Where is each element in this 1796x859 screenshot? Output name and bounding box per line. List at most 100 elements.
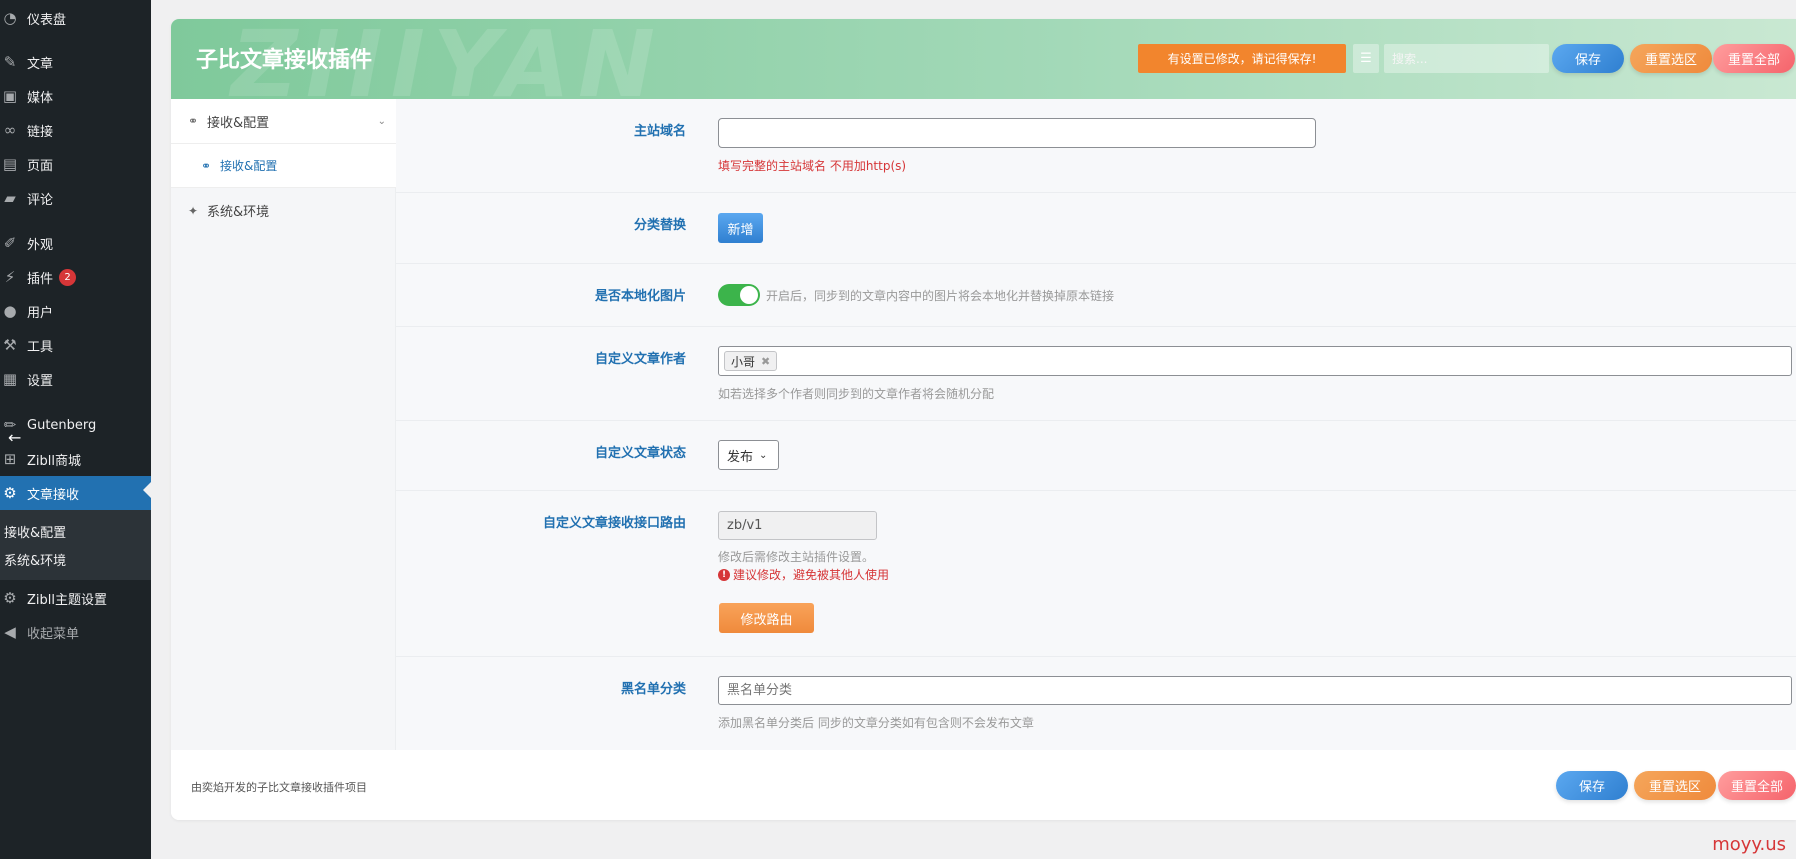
cart-icon: ⊞: [3, 450, 17, 468]
nav-item-label: 接收&配置: [220, 159, 278, 173]
status-select[interactable]: 发布 ⌄: [718, 440, 779, 470]
site-watermark: moyy.us: [1712, 834, 1786, 855]
modify-route-button[interactable]: 修改路由: [719, 603, 814, 633]
plugins-update-badge: 2: [59, 268, 77, 286]
menu-users[interactable]: ● 用户: [0, 297, 151, 325]
menu-zibll-theme-settings[interactable]: ⚙ Zibll主题设置: [0, 584, 151, 612]
field-row-custom-status: 自定义文章状态 发布 ⌄: [396, 421, 1796, 491]
menu-article-receive[interactable]: ⚙ 文章接收: [0, 476, 151, 510]
menu-media[interactable]: ▣ 媒体: [0, 82, 151, 110]
wrench-icon: ⚒: [3, 336, 17, 354]
custom-author-label: 自定义文章作者: [594, 352, 686, 367]
plugin-settings-panel: ZHIYAN 子比文章接收插件 有设置已修改，请记得保存! ☰ 保存 重置选区 …: [171, 19, 1796, 820]
settings-content: 主站域名 填写完整的主站域名 不用加http(s) 分类替换 新增 是否本地化图…: [396, 99, 1796, 750]
page-icon: ▤: [2, 155, 18, 173]
author-tag: 小哥 ✖: [724, 351, 778, 371]
menu-comments[interactable]: ▰ 评论: [0, 184, 151, 212]
submenu-receive-config[interactable]: 接收&配置: [4, 522, 66, 541]
nav-env-label: 系统&环境: [207, 205, 270, 220]
link-icon: ⚭: [187, 114, 199, 128]
footer-save-button[interactable]: 保存: [1556, 771, 1628, 800]
user-icon: ●: [3, 302, 17, 320]
page-title: 子比文章接收插件: [196, 48, 373, 73]
menu-appearance[interactable]: ✐ 外观: [0, 229, 151, 257]
menu-collapse[interactable]: ◀ 收起菜单: [0, 618, 151, 646]
menu-article-receive-label: 文章接收: [27, 487, 80, 503]
custom-status-label: 自定义文章状态: [594, 446, 686, 461]
settings-icon: ▦: [2, 370, 18, 388]
menu-gutenberg[interactable]: ✏ Gutenberg: [0, 411, 151, 439]
field-row-localize-images: 是否本地化图片 开启后，同步到的文章内容中的图片将会本地化并替换掉原本链接: [396, 264, 1796, 327]
status-select-value: 发布: [727, 449, 754, 465]
wordpress-icon: ✦: [187, 203, 199, 218]
category-replace-label: 分类替换: [633, 218, 686, 233]
route-warning: ! 建议修改，避免被其他人使用: [718, 566, 889, 583]
menu-zibll-theme-settings-label: Zibll主题设置: [27, 592, 107, 608]
menu-settings[interactable]: ▦ 设置: [0, 365, 151, 393]
localize-images-label: 是否本地化图片: [594, 289, 686, 304]
menu-zibll-shop[interactable]: ⊞ Zibll商城: [0, 445, 151, 473]
reset-section-button[interactable]: 重置选区: [1630, 44, 1712, 73]
panel-footer: 由奕焰开发的子比文章接收插件项目 保存 重置选区 重置全部: [171, 750, 1796, 820]
field-row-custom-route: 自定义文章接收接口路由 zb/v1 修改后需修改主站插件设置。 ! 建议修改，避…: [396, 491, 1796, 657]
menu-posts-label: 文章: [27, 56, 54, 72]
add-category-button[interactable]: 新增: [718, 213, 763, 243]
menu-links-label: 链接: [27, 124, 54, 140]
menu-plugins[interactable]: ⚡ 插件 2: [0, 263, 151, 291]
field-row-main-domain: 主站域名 填写完整的主站域名 不用加http(s): [396, 99, 1796, 193]
collapse-icon: ◀: [4, 623, 16, 641]
info-icon: !: [718, 568, 730, 581]
search-input[interactable]: [1384, 44, 1549, 73]
menu-plugins-label: 插件: [27, 271, 54, 287]
toggle-knob: [740, 286, 758, 304]
nav-section-label: 接收&配置: [207, 115, 270, 131]
menu-links[interactable]: ∞ 链接: [0, 116, 151, 144]
footer-reset-all-button[interactable]: 重置全部: [1718, 771, 1796, 800]
nav-item-receive-config[interactable]: ⚭ 接收&配置: [171, 144, 396, 188]
blacklist-input[interactable]: [718, 676, 1792, 705]
plugin-icon: ⚡: [4, 268, 16, 286]
main-domain-input[interactable]: [718, 118, 1316, 148]
chevron-down-icon: ⌄: [759, 449, 768, 461]
media-icon: ▣: [2, 87, 18, 105]
menu-posts[interactable]: ✎ 文章: [0, 48, 151, 76]
nav-section-system-env[interactable]: ✦ 系统&环境: [171, 188, 396, 233]
submenu-system-env[interactable]: 系统&环境: [4, 550, 66, 569]
article-receive-submenu: 接收&配置 系统&环境: [0, 510, 151, 580]
menu-collapse-label: 收起菜单: [27, 626, 80, 642]
author-tag-label: 小哥: [731, 354, 756, 369]
dashboard-icon: ◔: [3, 9, 17, 27]
field-row-custom-author: 自定义文章作者 小哥 ✖ 如若选择多个作者则同步到的文章作者将会随机分配: [396, 327, 1796, 421]
list-icon: ☰: [1360, 51, 1372, 66]
menu-settings-label: 设置: [27, 373, 54, 389]
menu-pages-label: 页面: [27, 158, 54, 174]
field-row-category-replace: 分类替换 新增: [396, 193, 1796, 264]
unsaved-notice: 有设置已修改，请记得保存!: [1138, 44, 1346, 73]
footer-reset-section-button[interactable]: 重置选区: [1634, 771, 1716, 800]
panel-header: ZHIYAN 子比文章接收插件 有设置已修改，请记得保存! ☰ 保存 重置选区 …: [171, 19, 1796, 118]
expand-all-button[interactable]: ☰: [1353, 44, 1379, 73]
comment-icon: ▰: [4, 189, 16, 207]
save-button[interactable]: 保存: [1552, 44, 1624, 73]
main-domain-label: 主站域名: [633, 124, 686, 139]
blacklist-label: 黑名单分类: [620, 682, 686, 697]
remove-tag-icon[interactable]: ✖: [761, 355, 770, 368]
author-multiselect[interactable]: 小哥 ✖: [718, 346, 1792, 376]
menu-appearance-label: 外观: [27, 237, 54, 253]
menu-tools[interactable]: ⚒ 工具: [0, 331, 151, 359]
menu-zibll-shop-label: Zibll商城: [27, 453, 81, 469]
localize-images-toggle[interactable]: [718, 284, 760, 306]
field-row-blacklist: 黑名单分类 添加黑名单分类后 同步的文章分类如有包含则不会发布文章: [396, 657, 1796, 750]
custom-author-help: 如若选择多个作者则同步到的文章作者将会随机分配: [718, 387, 995, 401]
menu-pages[interactable]: ▤ 页面: [0, 150, 151, 178]
menu-dashboard[interactable]: ◔ 仪表盘: [0, 4, 151, 32]
route-input[interactable]: zb/v1: [718, 511, 877, 540]
menu-dashboard-label: 仪表盘: [27, 12, 67, 28]
nav-section-receive-config[interactable]: ⚭ 接收&配置 ⌄: [171, 99, 396, 144]
footer-note: 由奕焰开发的子比文章接收插件项目: [191, 781, 367, 794]
reset-all-button[interactable]: 重置全部: [1713, 44, 1795, 73]
link-icon: ∞: [3, 121, 17, 139]
brush-icon: ✐: [3, 234, 17, 252]
wp-admin-sidebar: ◔ 仪表盘 ✎ 文章 ▣ 媒体 ∞ 链接 ▤ 页面 ▰ 评论 ✐ 外观 ⚡ 插件…: [0, 0, 151, 859]
route-warning-text: 建议修改，避免被其他人使用: [733, 568, 890, 582]
